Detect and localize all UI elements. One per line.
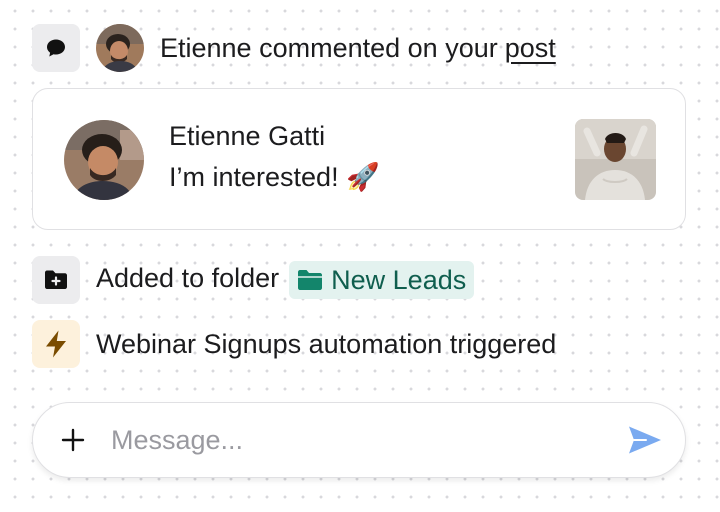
folder-event-text: Added to folder New Leads: [96, 261, 475, 299]
add-attachment-button[interactable]: [51, 418, 95, 462]
automation-name[interactable]: Webinar Signups: [96, 329, 301, 359]
post-link[interactable]: post: [505, 33, 556, 63]
folder-chip[interactable]: New Leads: [289, 261, 475, 299]
automation-event-row: Webinar Signups automation triggered: [32, 320, 556, 368]
folder-event-row: Added to folder New Leads: [32, 256, 475, 304]
comment-author-avatar[interactable]: [64, 120, 144, 200]
post-thumbnail[interactable]: [575, 119, 656, 200]
comment-event-row: Etienne commented on your post: [32, 24, 556, 72]
folder-event-icon-tile: [32, 256, 80, 304]
plus-icon: [61, 428, 85, 452]
automation-event-text: Webinar Signups automation triggered: [96, 329, 556, 360]
actor-avatar[interactable]: [96, 24, 144, 72]
comment-card[interactable]: Etienne Gatti I’m interested! 🚀: [32, 88, 686, 230]
automation-status-text: automation triggered: [308, 328, 557, 359]
comment-action-text: commented on your: [259, 32, 498, 63]
comment-event-icon-tile: [32, 24, 80, 72]
message-input[interactable]: [111, 424, 591, 456]
folder-name: New Leads: [331, 264, 467, 295]
lightning-icon: [46, 330, 66, 358]
message-composer: [32, 402, 686, 478]
send-button[interactable]: [623, 418, 667, 462]
comment-event-text: Etienne commented on your post: [160, 33, 556, 64]
folder-event-label: Added to folder: [96, 263, 280, 294]
comment-message: I’m interested! 🚀: [169, 162, 380, 192]
folder-add-icon: [45, 270, 67, 289]
actor-name[interactable]: Etienne: [160, 33, 252, 63]
folder-icon: [298, 270, 323, 290]
send-icon: [629, 426, 661, 454]
automation-event-icon-tile: [32, 320, 80, 368]
comment-author-name[interactable]: Etienne Gatti: [169, 121, 325, 152]
comment-icon: [47, 39, 65, 57]
